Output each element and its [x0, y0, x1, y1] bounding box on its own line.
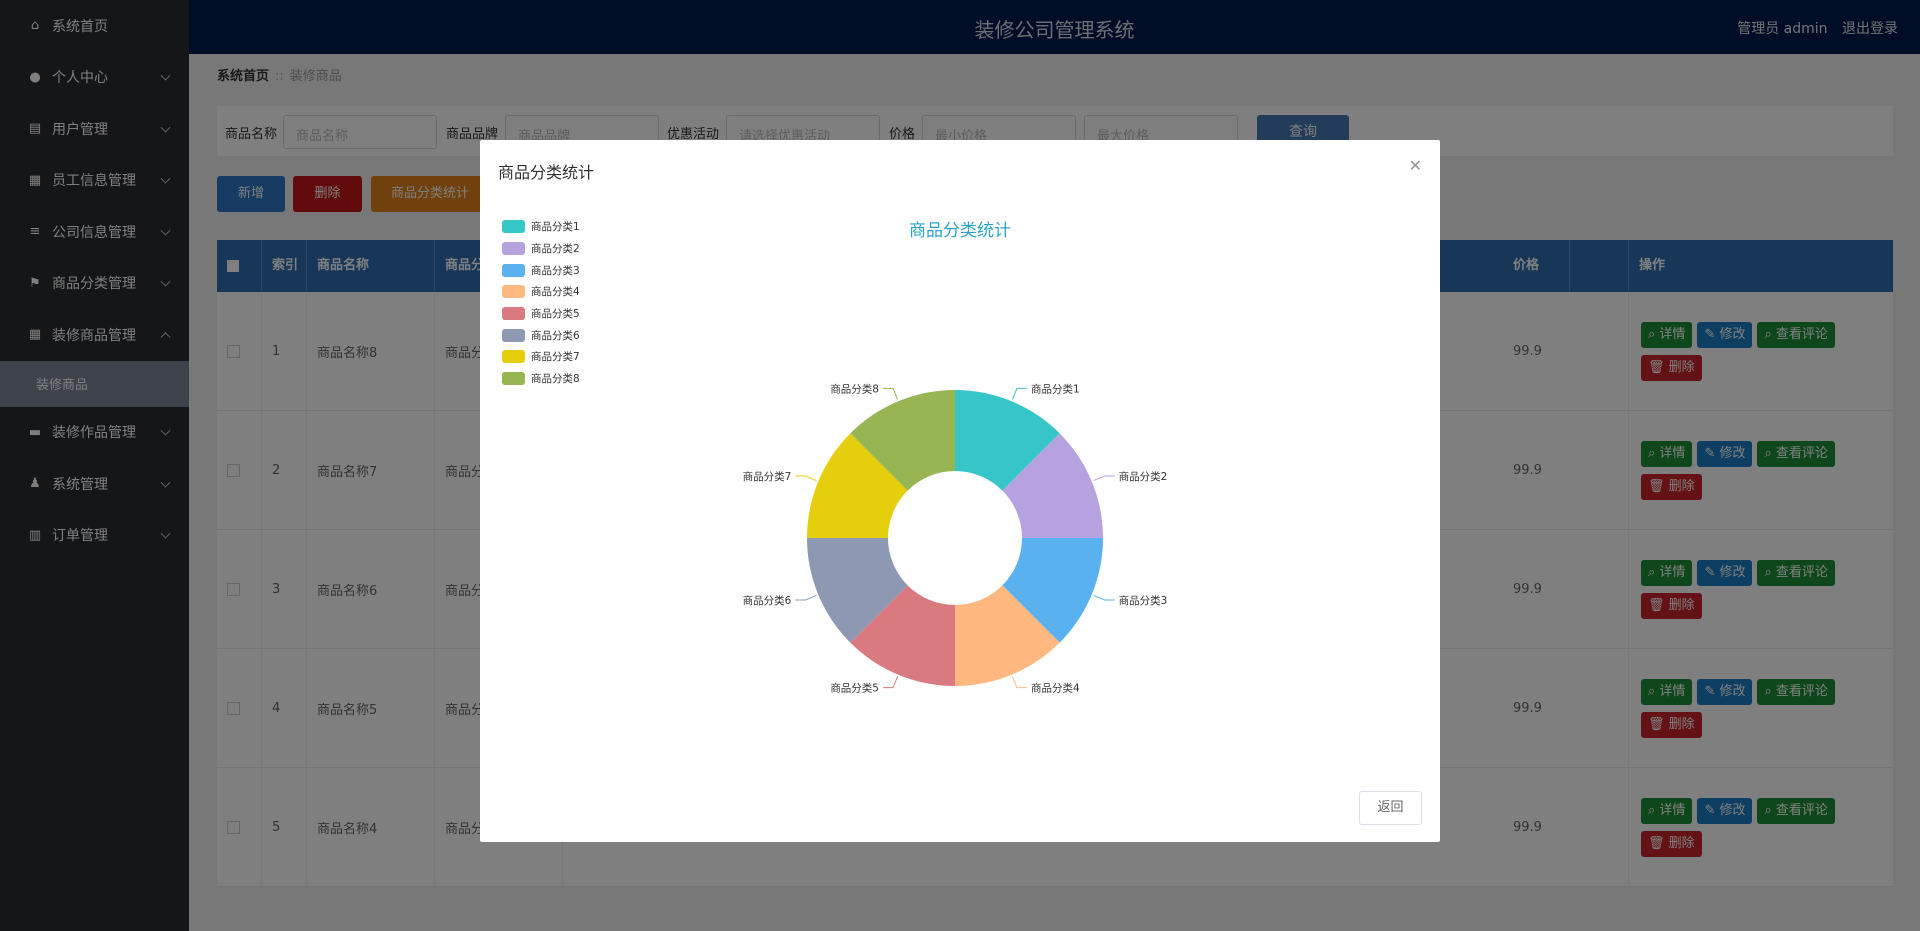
legend-label: 商品分类4 [531, 286, 580, 299]
pie-slice[interactable] [955, 585, 1060, 686]
pie-label-line [795, 475, 817, 482]
legend-item[interactable]: 商品分类4 [502, 281, 580, 303]
pie-slice[interactable] [955, 390, 1060, 491]
pie-slice[interactable] [850, 585, 955, 686]
legend-item[interactable]: 商品分类6 [502, 324, 580, 346]
legend-item[interactable]: 商品分类8 [502, 368, 580, 390]
pie-label: 商品分类4 [1031, 682, 1080, 695]
legend-swatch [502, 350, 525, 364]
legend-label: 商品分类6 [531, 329, 580, 342]
modal-title: 商品分类统计 [498, 163, 595, 182]
category-stats-modal: 商品分类统计 ✕ 商品分类1 商品分类2 商品分类3 商品分类4 商品分类5 商品分类6 商… [480, 140, 1440, 842]
legend-label: 商品分类8 [531, 373, 580, 386]
pie-label-line [795, 594, 817, 601]
pie-slice[interactable] [1002, 538, 1103, 643]
pie-label-line [1093, 594, 1115, 601]
pie-label: 商品分类5 [830, 682, 879, 695]
close-icon[interactable]: ✕ [1409, 156, 1422, 175]
legend-item[interactable]: 商品分类3 [502, 259, 580, 281]
legend-item[interactable]: 商品分类5 [502, 303, 580, 325]
pie-label: 商品分类8 [830, 382, 879, 395]
pie-label: 商品分类6 [743, 594, 792, 607]
pie-label: 商品分类7 [743, 470, 792, 483]
pie-slice[interactable] [807, 433, 908, 538]
pie-slice[interactable] [807, 538, 908, 643]
legend-item[interactable]: 商品分类7 [502, 346, 580, 368]
legend-swatch [502, 307, 525, 321]
chart-legend: 商品分类1 商品分类2 商品分类3 商品分类4 商品分类5 商品分类6 商品分类7 商品分类8 [502, 216, 580, 390]
pie-label-line [1093, 475, 1115, 482]
chart-title: 商品分类统计 [909, 221, 1011, 241]
pie-label-line [1011, 676, 1027, 689]
back-button[interactable]: 返回 [1359, 791, 1422, 825]
pie-label-line [883, 387, 899, 400]
pie-slice[interactable] [850, 390, 955, 491]
pie-chart: 商品分类1 商品分类2 商品分类3 商品分类4 商品分类5 商品分类6 商品分类7 商品分类8 [743, 382, 1168, 695]
pie-label-line [1011, 387, 1027, 400]
legend-swatch [502, 263, 525, 277]
legend-swatch [502, 285, 525, 299]
legend-label: 商品分类5 [531, 308, 580, 321]
pie-label: 商品分类3 [1119, 594, 1168, 607]
pie-label: 商品分类2 [1119, 470, 1168, 483]
legend-label: 商品分类3 [531, 264, 580, 277]
legend-swatch [502, 328, 525, 342]
pie-slice[interactable] [1002, 433, 1103, 538]
legend-swatch [502, 372, 525, 386]
pie-label: 商品分类1 [1031, 382, 1080, 395]
legend-label: 商品分类7 [531, 351, 580, 364]
pie-label-line [883, 676, 899, 689]
legend-label: 商品分类2 [531, 243, 580, 256]
legend-swatch [502, 242, 525, 256]
